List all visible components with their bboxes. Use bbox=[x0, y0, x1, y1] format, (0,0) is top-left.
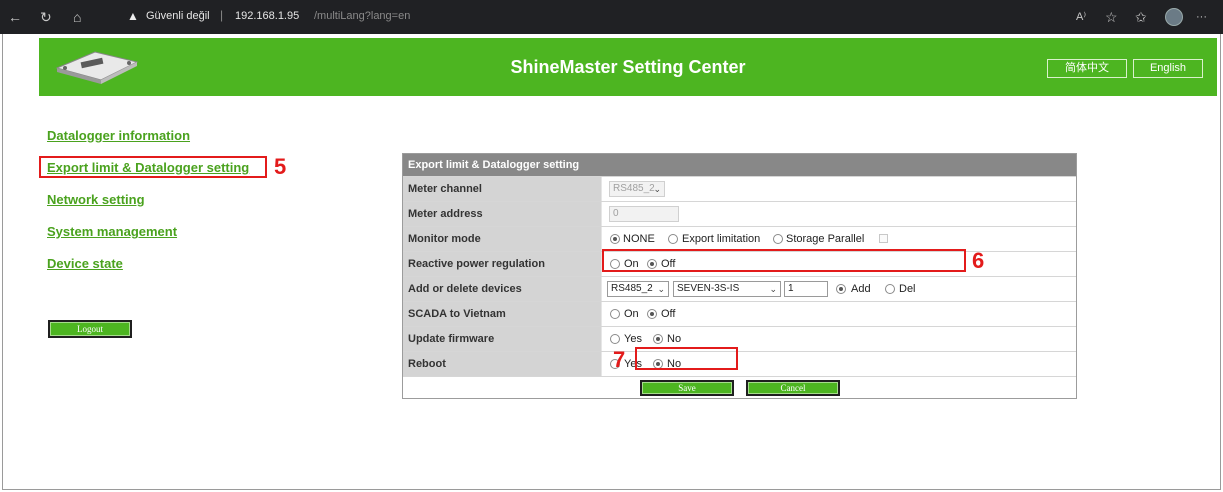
chevron-down-icon: ⌄ bbox=[657, 284, 665, 294]
add-radio[interactable] bbox=[836, 284, 846, 294]
monitor-none-radio[interactable] bbox=[610, 234, 620, 244]
scada-on-radio[interactable] bbox=[610, 309, 620, 319]
sidebar-item-datalogger-information[interactable]: Datalogger information bbox=[47, 128, 190, 143]
browser-toolbar: ← ↻ ⌂ ▲ Güvenli değil | 192.168.1.95 /mu… bbox=[0, 0, 1223, 34]
language-english-button[interactable]: English bbox=[1133, 59, 1203, 78]
row-label: Meter channel bbox=[403, 177, 602, 201]
cancel-button[interactable]: Cancel bbox=[746, 380, 840, 396]
add-delete-devices-row: Add or delete devices RS485_2 ⌄ SEVEN-3S-… bbox=[403, 276, 1076, 301]
select-value: RS485_2 bbox=[611, 283, 653, 294]
device-type-select[interactable]: SEVEN-3S-IS ⌄ bbox=[673, 281, 781, 297]
update-firmware-row: Update firmware Yes No bbox=[403, 326, 1076, 351]
more-options-icon[interactable]: ··· bbox=[1196, 9, 1207, 25]
annotation-highlight-box bbox=[39, 156, 267, 178]
site-header: ShineMaster Setting Center 简体中文 English bbox=[39, 38, 1217, 96]
radio-label: Off bbox=[661, 308, 676, 320]
annotation-highlight-box bbox=[602, 249, 966, 272]
home-icon[interactable]: ⌂ bbox=[73, 9, 81, 25]
annotation-number: 5 bbox=[274, 154, 287, 179]
button-row: Save Cancel bbox=[403, 376, 1076, 398]
logout-button[interactable]: Logout bbox=[48, 320, 132, 338]
sidebar-item-device-state[interactable]: Device state bbox=[47, 256, 123, 271]
monitor-export-limitation-radio[interactable] bbox=[668, 234, 678, 244]
warning-icon: ▲ bbox=[127, 9, 139, 23]
row-label: Reboot bbox=[403, 352, 602, 376]
firmware-no-radio[interactable] bbox=[653, 334, 663, 344]
address-separator: | bbox=[220, 8, 224, 22]
device-address-input[interactable]: 1 bbox=[784, 281, 828, 297]
reboot-row: Reboot Yes No bbox=[403, 351, 1076, 376]
sidebar-item-system-management[interactable]: System management bbox=[47, 224, 177, 239]
select-value: SEVEN-3S-IS bbox=[677, 283, 740, 294]
row-label: Meter address bbox=[403, 202, 602, 226]
panel-title: Export limit & Datalogger setting bbox=[403, 154, 1076, 176]
radio-label: No bbox=[667, 333, 682, 345]
scada-off-radio[interactable] bbox=[647, 309, 657, 319]
scada-row: SCADA to Vietnam On Off bbox=[403, 301, 1076, 326]
meter-address-row: Meter address 0 bbox=[403, 201, 1076, 226]
radio-label: NONE bbox=[623, 233, 655, 245]
favorite-star-icon[interactable]: ☆ bbox=[1105, 9, 1118, 25]
radio-label: Storage Parallel bbox=[786, 233, 865, 245]
radio-label: On bbox=[624, 308, 639, 320]
annotation-highlight-box bbox=[635, 347, 738, 370]
meter-address-input: 0 bbox=[609, 206, 679, 222]
radio-label: Add bbox=[851, 283, 871, 295]
read-aloud-icon[interactable]: A⁾ bbox=[1076, 9, 1086, 25]
address-bar-path[interactable]: /multiLang?lang=en bbox=[314, 10, 410, 22]
meter-channel-row: Meter channel RS485_2 ⌄ bbox=[403, 176, 1076, 201]
annotation-number: 7 bbox=[613, 347, 626, 372]
sidebar-item-network-setting[interactable]: Network setting bbox=[47, 192, 145, 207]
annotation-number: 6 bbox=[972, 248, 985, 273]
back-icon[interactable]: ← bbox=[8, 9, 22, 25]
select-value: RS485_2 bbox=[613, 183, 655, 194]
profile-avatar-icon[interactable] bbox=[1165, 8, 1183, 26]
refresh-icon[interactable]: ↻ bbox=[40, 9, 52, 25]
radio-label: Del bbox=[899, 283, 916, 295]
site-title: ShineMaster Setting Center bbox=[510, 57, 746, 77]
chevron-down-icon: ⌄ bbox=[653, 184, 661, 194]
radio-label: Export limitation bbox=[682, 233, 761, 245]
firmware-yes-radio[interactable] bbox=[610, 334, 620, 344]
device-port-select[interactable]: RS485_2 ⌄ bbox=[607, 281, 669, 297]
chevron-down-icon: ⌄ bbox=[769, 284, 777, 294]
row-label: Add or delete devices bbox=[403, 277, 602, 301]
meter-channel-select: RS485_2 ⌄ bbox=[609, 181, 665, 197]
storage-parallel-checkbox[interactable] bbox=[879, 234, 888, 243]
row-label: Update firmware bbox=[403, 327, 602, 351]
address-bar-host[interactable]: 192.168.1.95 bbox=[235, 10, 299, 22]
row-label: Reactive power regulation bbox=[403, 252, 602, 276]
monitor-storage-parallel-radio[interactable] bbox=[773, 234, 783, 244]
row-label: Monitor mode bbox=[403, 227, 602, 251]
security-status-label[interactable]: Güvenli değil bbox=[146, 10, 210, 22]
favorites-icon[interactable]: ✩ bbox=[1135, 9, 1147, 25]
del-radio[interactable] bbox=[885, 284, 895, 294]
save-button[interactable]: Save bbox=[640, 380, 734, 396]
settings-panel: Export limit & Datalogger setting Meter … bbox=[402, 153, 1077, 399]
language-chinese-button[interactable]: 简体中文 bbox=[1047, 59, 1127, 78]
radio-label: Yes bbox=[624, 333, 642, 345]
row-label: SCADA to Vietnam bbox=[403, 302, 602, 326]
